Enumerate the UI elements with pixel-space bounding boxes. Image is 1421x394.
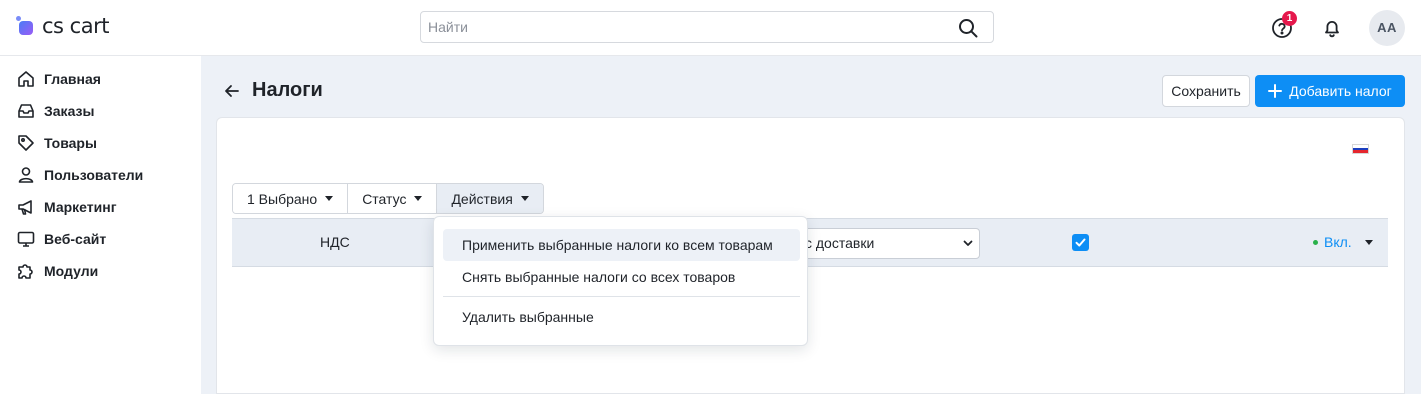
sidebar-item-products[interactable]: Товары: [16, 131, 97, 155]
delete-selected-menu-item[interactable]: Удалить выбранные: [443, 301, 800, 333]
save-button[interactable]: Сохранить: [1162, 75, 1250, 107]
sidebar-item-website[interactable]: Веб-сайт: [16, 227, 106, 251]
selected-count-button[interactable]: 1 Выбрано: [233, 184, 349, 213]
logo[interactable]: cs cart: [16, 14, 109, 38]
rate-area-value: с доставки: [805, 235, 875, 251]
search-icon[interactable]: [957, 17, 979, 39]
apply-taxes-to-all-menu-item[interactable]: Применить выбранные налоги ко всем товар…: [443, 229, 800, 261]
selected-count-label: 1 Выбрано: [247, 190, 318, 207]
home-icon: [18, 71, 34, 87]
menu-divider: [443, 296, 800, 297]
bulk-actions-toolbar: 1 Выбрано Статус Действия: [232, 183, 544, 214]
sidebar-item-label: Заказы: [44, 103, 95, 119]
sidebar-item-modules[interactable]: Модули: [16, 259, 98, 283]
ru-flag-icon[interactable]: [1352, 144, 1369, 154]
status-filter-button[interactable]: Статус: [348, 184, 438, 213]
megaphone-icon: [18, 200, 32, 215]
add-tax-label: Добавить налог: [1289, 83, 1392, 99]
sidebar-item-label: Маркетинг: [44, 199, 117, 215]
sidebar-item-label: Пользователи: [44, 167, 144, 183]
sidebar-item-marketing[interactable]: Маркетинг: [16, 195, 117, 219]
sidebar-item-home[interactable]: Главная: [16, 67, 101, 91]
inbox-icon: [18, 104, 34, 118]
search-box: [420, 11, 994, 43]
sidebar-item-label: Главная: [44, 71, 101, 87]
search-input[interactable]: [421, 12, 941, 42]
sidebar: Главная Заказы Товары Пользователи Марке…: [0, 56, 201, 394]
caret-down-icon: [1364, 239, 1373, 245]
tax-name[interactable]: НДС: [320, 234, 350, 250]
tag-icon: [18, 135, 34, 151]
caret-down-icon: [414, 196, 423, 201]
monitor-icon: [17, 231, 35, 247]
logo-text: cs cart: [42, 14, 109, 38]
checkmark-icon: [1075, 238, 1086, 247]
sidebar-item-users[interactable]: Пользователи: [16, 163, 143, 187]
remove-taxes-from-all-menu-item[interactable]: Снять выбранные налоги со всех товаров: [443, 261, 800, 293]
puzzle-icon: [18, 264, 33, 279]
status-filter-label: Статус: [362, 190, 407, 207]
add-tax-button[interactable]: Добавить налог: [1255, 75, 1405, 107]
sidebar-item-orders[interactable]: Заказы: [16, 99, 94, 123]
actions-button[interactable]: Действия: [437, 184, 543, 213]
caret-down-icon: [325, 196, 334, 201]
page-title: Налоги: [252, 79, 323, 101]
sidebar-item-label: Веб-сайт: [44, 231, 107, 247]
avatar[interactable]: AA: [1369, 10, 1405, 46]
price-includes-tax-checkbox[interactable]: [1072, 234, 1089, 251]
back-arrow-icon[interactable]: [222, 81, 242, 101]
top-bar: cs cart 1 AA: [0, 0, 1421, 56]
logo-icon: [16, 16, 36, 36]
user-icon: [18, 167, 34, 183]
bell-icon[interactable]: [1321, 17, 1343, 39]
status-dot: [1313, 239, 1318, 245]
caret-down-icon: [520, 196, 529, 201]
rate-area-select[interactable]: с доставки: [790, 228, 980, 259]
sidebar-item-label: Модули: [44, 263, 99, 279]
status-dropdown[interactable]: Вкл.: [1313, 234, 1373, 250]
notification-badge: 1: [1282, 11, 1297, 26]
chevron-down-icon: [963, 240, 973, 246]
sidebar-item-label: Товары: [44, 135, 97, 151]
status-label: Вкл.: [1324, 234, 1352, 250]
plus-icon: [1268, 84, 1283, 98]
actions-label: Действия: [451, 190, 513, 207]
actions-dropdown-menu: Применить выбранные налоги ко всем товар…: [433, 216, 808, 346]
